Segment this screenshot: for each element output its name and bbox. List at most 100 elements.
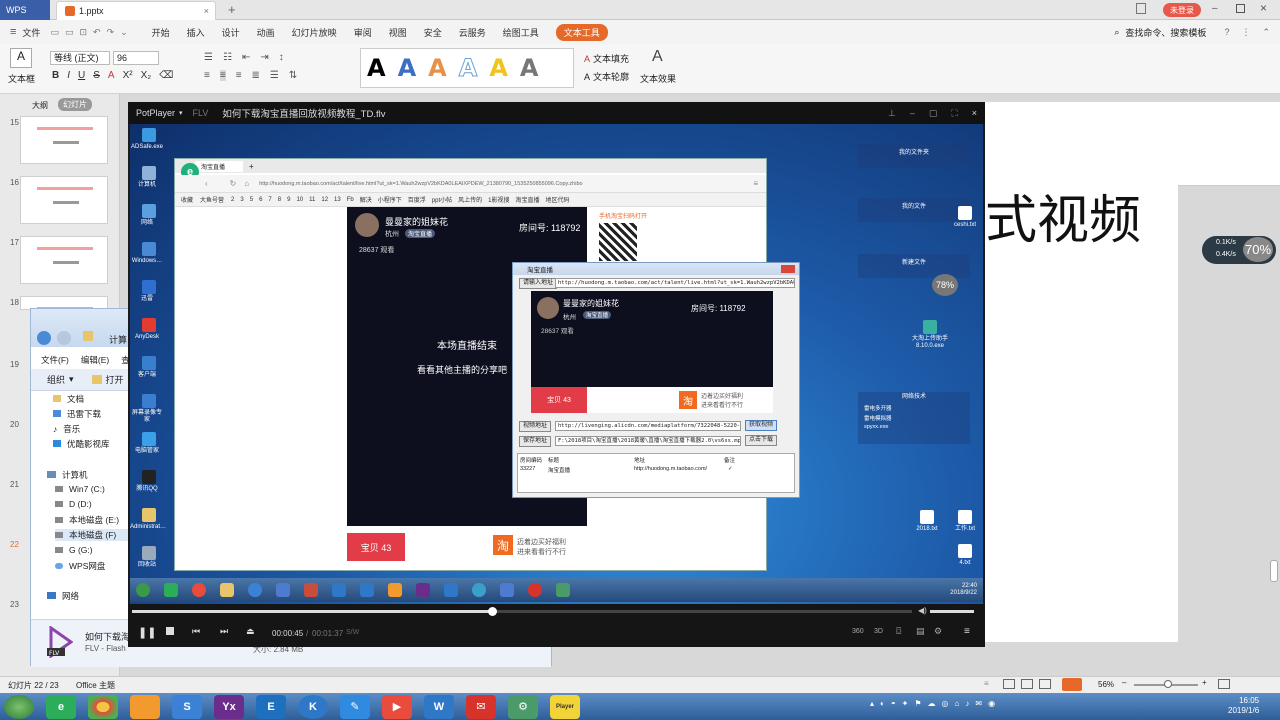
previous-icon[interactable]: ⏮ [192, 626, 200, 637]
pin-icon[interactable]: ⊥ [888, 108, 896, 119]
desktop-icon[interactable]: 4.txt [948, 544, 982, 567]
pause-icon[interactable]: ❚❚ [138, 626, 156, 639]
menu-insert[interactable]: 插入 [187, 26, 205, 39]
quick-access-icons[interactable]: ▭▭⊡↶↷⌄ [50, 27, 133, 38]
inner-taskbar-icon[interactable] [500, 583, 514, 597]
menu-animation[interactable]: 动画 [257, 26, 275, 39]
taskbar-chrome-icon[interactable] [88, 694, 118, 719]
baby-button[interactable]: 宝贝 43 [347, 533, 405, 561]
wordart-orange-icon[interactable]: A [428, 54, 447, 82]
browser-tab[interactable]: 淘宝直播 [195, 160, 244, 172]
favorite-item[interactable]: 收藏 [181, 195, 193, 204]
text-direction-icon[interactable]: ⇅ [289, 70, 297, 81]
desktop-icon[interactable]: 大淘上传助手 8.10.0.exe [910, 320, 950, 349]
text-outline-button[interactable]: A 文本轮廓 [584, 70, 629, 83]
close-icon[interactable] [781, 265, 795, 273]
tree-item-drive-e[interactable]: 本地磁盘 (E:) [55, 514, 119, 526]
taskbar-mail-icon[interactable]: ✉ [466, 694, 496, 719]
login-button[interactable]: 未登录 [1163, 3, 1201, 17]
collapse-ribbon-icon[interactable]: ⌃ [1262, 27, 1270, 38]
more-icon[interactable]: ⋮ [1241, 27, 1250, 38]
fullscreen-icon[interactable]: ⛶ [951, 108, 957, 119]
taskbar-k-icon[interactable]: K [298, 694, 328, 719]
favorite-item[interactable]: 8 [278, 197, 281, 203]
desktop-icon[interactable]: AnyDesk [130, 318, 168, 356]
text-fill-button[interactable]: A 文本填充 [584, 52, 629, 65]
save-path-input[interactable]: F:\2018项目\淘宝直播\2018黄暖\直播\淘宝直播下载器2.0\vs6s… [555, 436, 741, 446]
maximize-icon[interactable] [1236, 4, 1245, 13]
favorite-item[interactable]: 风上传的 [458, 195, 482, 204]
zoom-level[interactable]: 56% [1098, 680, 1114, 689]
document-tab[interactable]: 1.pptx × [56, 1, 216, 20]
align-left-icon[interactable]: ≡ [204, 70, 210, 81]
taskbar-pencil-icon[interactable]: ✎ [340, 694, 370, 719]
inner-taskbar-icon[interactable] [416, 583, 430, 597]
settings-icon[interactable]: ⚙ [934, 626, 942, 637]
tree-item-xunlei[interactable]: 迅雷下载 [53, 408, 101, 420]
bullets-icon[interactable]: ☰ [204, 52, 213, 63]
desktop-icon[interactable]: 电脑管家 [130, 432, 168, 470]
menu-home[interactable]: 开始 [152, 26, 170, 39]
inner-taskbar-icon[interactable] [276, 583, 290, 597]
volume-icon[interactable]: ◀) [918, 606, 927, 615]
close-tab-icon[interactable]: × [204, 6, 209, 16]
help-icon[interactable]: ? [1224, 27, 1229, 37]
playlist-icon[interactable]: ▤ [916, 626, 925, 637]
desktop-icon[interactable]: 屏幕录像专家 [130, 394, 168, 432]
tree-item-network[interactable]: 网络 [47, 590, 79, 602]
text-effect-label[interactable]: 文本效果 [640, 72, 676, 85]
inner-taskbar-icon[interactable] [164, 583, 178, 597]
indent-more-icon[interactable]: ⇥ [260, 52, 268, 63]
line-spacing-icon[interactable]: ↕ [279, 52, 284, 63]
desktop-icon[interactable]: ceshi.txt [948, 206, 982, 229]
inner-start-icon[interactable] [136, 583, 150, 597]
menu-view[interactable]: 视图 [389, 26, 407, 39]
back-icon[interactable]: ‹ [205, 179, 208, 188]
tree-item-computer[interactable]: 计算机 [47, 469, 88, 481]
taskbar-app-icon[interactable] [130, 694, 160, 719]
new-tab-icon[interactable]: + [249, 162, 254, 171]
menu-cloud[interactable]: 云服务 [459, 26, 486, 39]
favorite-item[interactable]: 12 [321, 197, 328, 203]
fence-item[interactable]: 雷电多开器 [864, 404, 970, 412]
table-cell[interactable]: 淘宝直播 [548, 466, 570, 474]
close-icon[interactable]: × [972, 108, 977, 118]
normal-view-icon[interactable] [1003, 679, 1015, 689]
download-button[interactable]: 点击下载 [745, 435, 778, 446]
sorter-view-icon[interactable] [1021, 679, 1033, 689]
wordart-gallery[interactable]: A A A A A A [360, 48, 574, 88]
stop-icon[interactable] [166, 627, 174, 635]
notes-icon[interactable]: ≡ [984, 679, 989, 688]
zoom-handle[interactable] [1164, 680, 1172, 688]
get-video-button[interactable]: 获取视频 [745, 420, 778, 431]
desktop-icon[interactable]: 计算机 [130, 166, 168, 204]
menu-icon[interactable]: ≡ [964, 626, 970, 637]
explorer-menu-file[interactable]: 文件(F) [41, 354, 69, 366]
wordart-gold-icon[interactable]: A [489, 54, 508, 82]
inner-taskbar-icon[interactable] [304, 583, 318, 597]
favorite-item[interactable]: 大鱼号营 [200, 195, 224, 204]
organize-button[interactable]: 组织 [47, 373, 65, 386]
tree-item-drive-c[interactable]: Win7 (C:) [55, 484, 105, 494]
fence-item[interactable]: spyxx.exe [864, 424, 970, 430]
bold-button[interactable]: B [52, 70, 59, 81]
wordart-outline-icon[interactable]: A [458, 54, 478, 83]
inner-taskbar-icon[interactable] [444, 583, 458, 597]
wps-app-tab[interactable]: WPS [0, 0, 50, 20]
slide-thumb[interactable] [20, 176, 108, 224]
menu-slideshow[interactable]: 幻灯片放映 [292, 26, 337, 39]
hamburger-icon[interactable]: ≡ [10, 26, 16, 38]
favorite-item[interactable]: ppt小帖 [432, 195, 452, 204]
favorite-item[interactable]: 3 [240, 197, 243, 203]
distribute-icon[interactable]: ☰ [270, 70, 279, 81]
url-field[interactable]: http://huodong.m.taobao.com/act/talent/l… [259, 181, 649, 187]
wordart-black-icon[interactable]: A [367, 54, 386, 82]
desktop-icon[interactable]: 回收站 [130, 546, 168, 576]
tray-icons[interactable]: ▴◐◓✦⚑☁◎⌂♪✉◉ [870, 699, 1001, 708]
vertical-scrollbar[interactable] [1270, 560, 1278, 582]
inner-taskbar-icon[interactable] [248, 583, 262, 597]
inner-taskbar-icon[interactable] [388, 583, 402, 597]
inner-taskbar-icon[interactable] [472, 583, 486, 597]
taskbar-e-icon[interactable]: E [256, 694, 286, 719]
desktop-icon[interactable]: Administrat… [130, 508, 168, 546]
